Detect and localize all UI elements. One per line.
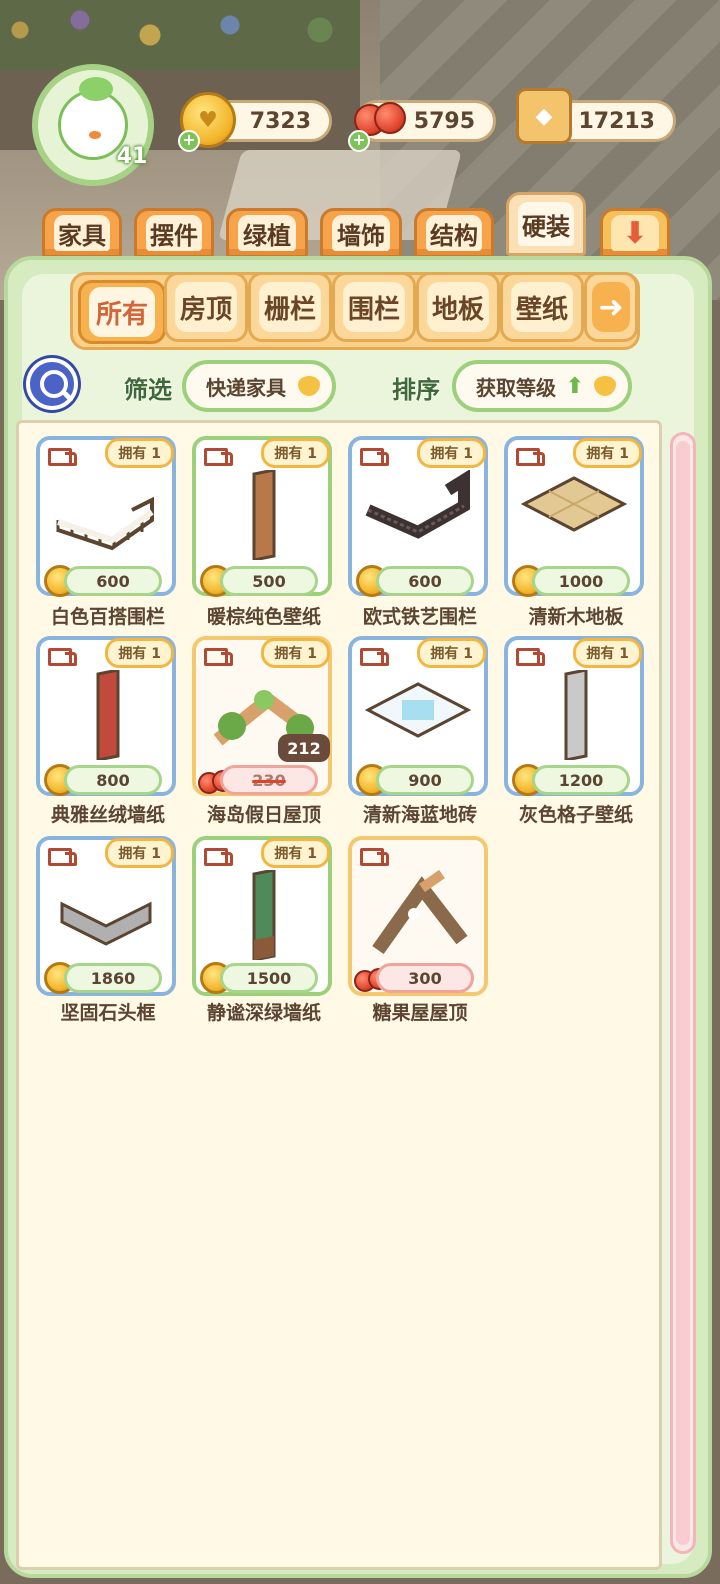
price-tag: 600 bbox=[376, 566, 474, 596]
grid-scrollbar[interactable] bbox=[670, 432, 696, 1554]
sort-dropdown[interactable]: 获取等级 ⬆ bbox=[452, 360, 632, 412]
iron-fence-image bbox=[365, 470, 470, 539]
delivery-truck-icon bbox=[48, 646, 77, 666]
price-tag: 1860 bbox=[64, 963, 162, 993]
item-name: 欧式铁艺围栏 bbox=[362, 606, 477, 628]
dropdown-icon bbox=[594, 376, 616, 396]
price-tag: 600 bbox=[64, 566, 162, 596]
delivery-truck-icon bbox=[516, 446, 545, 466]
delivery-truck-icon bbox=[204, 646, 233, 666]
add-coins-button[interactable]: + bbox=[178, 130, 200, 152]
price-tag: 1200 bbox=[532, 765, 630, 795]
owned-badge: 拥有 1 bbox=[261, 438, 330, 468]
delivery-truck-icon bbox=[360, 846, 389, 866]
blue-tile-image bbox=[364, 682, 472, 738]
owned-badge: 拥有 1 bbox=[573, 638, 642, 668]
search-icon[interactable] bbox=[26, 358, 78, 410]
item-name: 静谧深绿墙纸 bbox=[206, 1002, 321, 1024]
subtab-fence[interactable]: 围栏 bbox=[332, 272, 416, 342]
red-velvet-wallpaper-image bbox=[96, 670, 120, 760]
price-tag: 800 bbox=[64, 765, 162, 795]
price-tag: 230 bbox=[220, 765, 318, 795]
delivery-truck-icon bbox=[360, 446, 389, 466]
player-level: 41 bbox=[116, 144, 148, 169]
subtab-roof[interactable]: 房顶 bbox=[164, 272, 248, 342]
delivery-truck-icon bbox=[48, 446, 77, 466]
discount-tag: 212 bbox=[278, 734, 330, 762]
sort-label: 排序 bbox=[392, 376, 440, 404]
tab-plants[interactable]: 绿植 bbox=[226, 208, 308, 258]
brown-wallpaper-image bbox=[252, 470, 276, 560]
delivery-truck-icon bbox=[360, 646, 389, 666]
owned-badge: 拥有 1 bbox=[417, 638, 486, 668]
item-name: 暖棕纯色壁纸 bbox=[206, 606, 321, 628]
owned-badge: 拥有 1 bbox=[261, 838, 330, 868]
sort-value: 获取等级 bbox=[476, 375, 556, 400]
subtab-all[interactable]: 所有 bbox=[78, 280, 166, 344]
delivery-truck-icon bbox=[204, 846, 233, 866]
delivery-truck-icon bbox=[516, 646, 545, 666]
price-tag: 500 bbox=[220, 566, 318, 596]
tab-ornaments[interactable]: 摆件 bbox=[134, 208, 214, 258]
tab-furniture[interactable]: 家具 bbox=[42, 208, 122, 258]
green-wallpaper-image bbox=[252, 870, 276, 960]
arrow-right-icon: ➜ bbox=[591, 282, 631, 332]
owned-badge: 拥有 1 bbox=[417, 438, 486, 468]
tab-more-button[interactable]: ⬇ bbox=[600, 208, 670, 258]
owned-badge: 拥有 1 bbox=[105, 838, 174, 868]
gray-plaid-wallpaper-image bbox=[564, 670, 588, 760]
book-icon: ◆ bbox=[516, 88, 572, 144]
scrollbar-thumb[interactable] bbox=[676, 441, 690, 1545]
cherry-amount: 5795 bbox=[413, 108, 475, 134]
add-cherries-button[interactable]: + bbox=[348, 130, 370, 152]
item-name: 清新海蓝地砖 bbox=[362, 804, 477, 826]
sort-ascending-icon: ⬆ bbox=[565, 374, 584, 399]
delivery-truck-icon bbox=[48, 846, 77, 866]
price-tag: 300 bbox=[376, 963, 474, 993]
item-name: 坚固石头框 bbox=[60, 1002, 156, 1024]
price-tag: 1000 bbox=[532, 566, 630, 596]
item-name: 灰色格子壁纸 bbox=[518, 804, 633, 826]
price-tag: 1500 bbox=[220, 963, 318, 993]
tab-wall-decor[interactable]: 墙饰 bbox=[320, 208, 402, 258]
item-name: 白色百搭围栏 bbox=[50, 606, 165, 628]
owned-badge: 拥有 1 bbox=[105, 438, 174, 468]
wood-floor-image bbox=[520, 476, 628, 532]
item-name: 清新木地板 bbox=[528, 606, 624, 628]
filter-dropdown[interactable]: 快递家具 bbox=[182, 360, 336, 412]
coin-amount: 7323 bbox=[249, 108, 311, 134]
candy-roof-image bbox=[372, 870, 468, 955]
book-amount: 17213 bbox=[578, 108, 655, 134]
scene-flowers bbox=[0, 0, 360, 70]
subtab-wallpaper[interactable]: 壁纸 bbox=[500, 272, 584, 342]
owned-badge: 拥有 1 bbox=[105, 638, 174, 668]
subtab-floor[interactable]: 地板 bbox=[416, 272, 500, 342]
subtab-railing[interactable]: 栅栏 bbox=[248, 272, 332, 342]
item-name: 典雅丝绒墙纸 bbox=[50, 804, 165, 826]
white-fence-image bbox=[56, 496, 154, 551]
item-name: 海岛假日屋顶 bbox=[206, 804, 321, 826]
delivery-truck-icon bbox=[204, 446, 233, 466]
owned-badge: 拥有 1 bbox=[573, 438, 642, 468]
arrow-down-icon: ⬇ bbox=[610, 215, 660, 251]
filter-value: 快递家具 bbox=[206, 375, 286, 400]
subtab-next-button[interactable]: ➜ bbox=[584, 272, 638, 342]
tab-structure[interactable]: 结构 bbox=[414, 208, 494, 258]
owned-badge: 拥有 1 bbox=[261, 638, 330, 668]
tab-hard-decor[interactable]: 硬装 bbox=[506, 192, 586, 256]
price-tag: 900 bbox=[376, 765, 474, 795]
stone-frame-image bbox=[60, 901, 152, 946]
item-name: 糖果屋屋顶 bbox=[372, 1002, 468, 1024]
filter-label: 筛选 bbox=[124, 376, 172, 404]
dropdown-icon bbox=[298, 376, 320, 396]
